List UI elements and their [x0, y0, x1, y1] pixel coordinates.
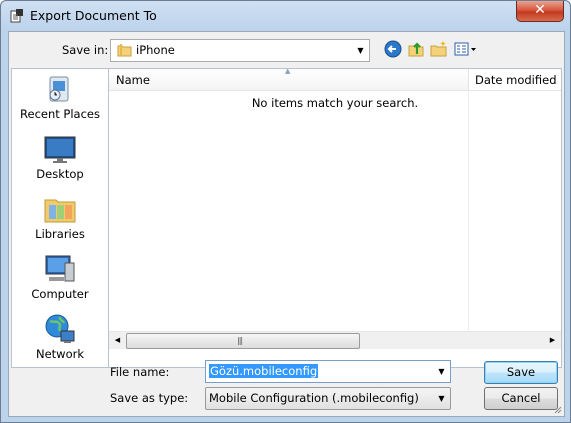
- save-button[interactable]: Save: [484, 361, 558, 384]
- place-label: Desktop: [36, 167, 84, 181]
- place-label: Computer: [31, 287, 89, 301]
- cancel-button[interactable]: Cancel: [484, 387, 558, 410]
- empty-message: No items match your search.: [251, 96, 419, 110]
- place-desktop[interactable]: Desktop: [12, 133, 108, 191]
- close-button[interactable]: ✕: [516, 1, 564, 22]
- save-in-label: Save in:: [62, 43, 109, 57]
- save-in-value: iPhone: [136, 43, 175, 57]
- place-network[interactable]: Network: [12, 313, 108, 371]
- resize-grip-icon[interactable]: [552, 404, 562, 414]
- file-list[interactable]: ▲ Name Date modified No items match your…: [108, 67, 562, 368]
- file-name-input[interactable]: Gözü.mobileconfig ▼: [205, 360, 451, 383]
- up-folder-icon[interactable]: [407, 40, 425, 58]
- horizontal-scrollbar[interactable]: ◀ ||| ▶: [109, 331, 561, 349]
- column-header-name[interactable]: ▲ Name: [109, 67, 469, 90]
- network-icon: [45, 314, 75, 343]
- file-name-label: File name:: [110, 365, 170, 379]
- column-header-row: ▲ Name Date modified: [109, 67, 561, 91]
- title-bar[interactable]: Export Document To ✕: [1, 1, 570, 31]
- chevron-down-icon[interactable]: ▼: [433, 361, 450, 382]
- save-type-value: Mobile Configuration (.mobileconfig): [209, 391, 419, 405]
- column-divider: [468, 91, 469, 331]
- back-icon[interactable]: [384, 40, 402, 58]
- scroll-left-icon[interactable]: ◀: [109, 332, 126, 349]
- scroll-right-icon[interactable]: ▶: [544, 332, 561, 349]
- desktop-icon: [44, 136, 76, 163]
- app-icon: [10, 9, 23, 23]
- new-folder-icon[interactable]: [430, 40, 448, 58]
- file-name-value[interactable]: Gözü.mobileconfig: [209, 364, 319, 378]
- place-label: Recent Places: [20, 107, 100, 121]
- places-bar: Recent Places Desktop Libraries Computer…: [11, 68, 109, 368]
- dialog-body: Save in: iPhone ▼ Recent Places Desktop …: [8, 31, 565, 417]
- sort-ascending-icon: ▲: [285, 67, 291, 75]
- place-libraries[interactable]: Libraries: [12, 193, 108, 251]
- save-type-label: Save as type:: [110, 391, 189, 405]
- libraries-icon: [44, 199, 76, 223]
- export-dialog: Export Document To ✕ Save in: iPhone ▼ R…: [0, 0, 571, 423]
- folder-icon: [117, 44, 132, 57]
- grip-icon: |||: [237, 336, 243, 345]
- scrollbar-thumb[interactable]: |||: [126, 333, 360, 349]
- column-header-date-modified[interactable]: Date modified: [469, 69, 561, 90]
- place-label: Libraries: [35, 227, 85, 241]
- chevron-down-icon[interactable]: ▼: [352, 40, 369, 61]
- save-in-dropdown[interactable]: iPhone ▼: [110, 39, 370, 62]
- computer-icon: [45, 255, 75, 282]
- column-date-label: Date modified: [475, 73, 557, 87]
- recent-places-icon: [49, 76, 69, 102]
- window-title: Export Document To: [30, 8, 157, 23]
- place-label: Network: [35, 347, 85, 361]
- column-name-label: Name: [116, 73, 150, 87]
- save-type-dropdown[interactable]: Mobile Configuration (.mobileconfig) ▼: [205, 387, 451, 410]
- place-recent-places[interactable]: Recent Places: [12, 73, 108, 131]
- view-menu-icon[interactable]: [454, 40, 478, 58]
- place-computer[interactable]: Computer: [12, 253, 108, 311]
- chevron-down-icon[interactable]: ▼: [433, 388, 450, 409]
